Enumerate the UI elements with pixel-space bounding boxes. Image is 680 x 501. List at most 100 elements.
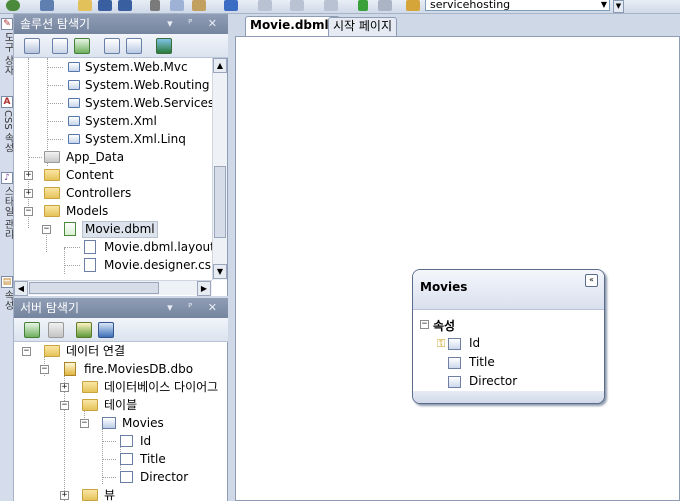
entity-class-movies[interactable]: Movies « − 속성 ⚿ Id Title Director [412, 269, 605, 404]
entity-property-row[interactable]: Director [435, 373, 595, 391]
properties-icon[interactable] [24, 38, 40, 54]
list-item[interactable]: − 데이터 연결 [14, 342, 228, 360]
entity-property-row[interactable]: Title [435, 354, 595, 372]
list-item[interactable]: − 테이블 [14, 396, 228, 414]
connect-database-icon[interactable] [76, 322, 92, 338]
find-icon[interactable] [378, 0, 392, 11]
scroll-right-button[interactable]: ▶ [197, 281, 211, 296]
list-item[interactable]: Movie.dbml.layout [14, 238, 215, 256]
redo-icon[interactable] [258, 0, 272, 11]
cut-icon[interactable] [150, 0, 160, 11]
list-item[interactable]: + 뷰 [14, 486, 228, 501]
expand-icon[interactable]: + [60, 383, 69, 392]
server-tree: − 데이터 연결 − fire.MoviesDB.dbo + 데이터베이스 다이… [14, 342, 228, 501]
properties-icon[interactable]: ▤ [1, 276, 13, 288]
chevron-down-icon[interactable]: ▼ [598, 0, 610, 10]
list-item[interactable]: System.Web.Mvc [14, 58, 212, 76]
list-item-label: fire.MoviesDB.dbo [84, 362, 194, 376]
panel-window-buttons[interactable]: ▾ ᴾ ✕ [167, 14, 223, 34]
list-item-selected[interactable]: − Movie.dbml [14, 220, 212, 238]
collapse-icon[interactable]: − [60, 401, 69, 410]
collapse-icon[interactable]: − [22, 347, 31, 356]
list-item[interactable]: App_Data [14, 148, 212, 166]
list-item[interactable]: + Controllers [14, 184, 212, 202]
view-designer-icon[interactable] [126, 38, 142, 54]
list-item[interactable]: Director [14, 468, 228, 486]
list-item[interactable]: − Movies [14, 414, 228, 432]
nav-back-icon[interactable] [290, 0, 304, 11]
css-icon[interactable]: A [1, 96, 13, 108]
vertical-scrollbar[interactable]: ▲ ▼ [212, 58, 227, 280]
tab-movie-dbml[interactable]: Movie.dbml* [245, 16, 340, 36]
refresh-icon[interactable] [24, 322, 40, 338]
list-item[interactable]: + Content [14, 166, 212, 184]
globe-icon[interactable] [6, 0, 20, 11]
window-icon[interactable] [40, 0, 54, 11]
collapse-icon[interactable]: − [40, 365, 49, 374]
list-item[interactable]: Movie.designer.cs [14, 256, 212, 274]
list-item[interactable]: System.Xml [14, 112, 212, 130]
nav-forward-icon[interactable] [324, 0, 338, 11]
scroll-left-button[interactable]: ◀ [14, 281, 28, 296]
collapse-icon[interactable]: − [24, 207, 33, 216]
style-icon[interactable]: ♪ [1, 172, 13, 184]
collapse-icon[interactable]: − [420, 320, 429, 329]
scroll-down-button[interactable]: ▼ [213, 264, 227, 279]
expand-icon[interactable]: + [60, 491, 69, 500]
dbml-designer-canvas[interactable]: Movies « − 속성 ⚿ Id Title Director [235, 36, 680, 501]
list-item[interactable]: System.Web.Routing [14, 76, 212, 94]
scroll-up-button[interactable]: ▲ [213, 58, 227, 73]
database-icon [64, 362, 76, 376]
list-item[interactable]: Id [14, 432, 228, 450]
stop-refresh-icon[interactable] [48, 322, 64, 338]
scrollbar-thumb[interactable] [29, 282, 159, 294]
collapse-icon[interactable]: − [42, 225, 51, 234]
copy-icon[interactable] [170, 0, 184, 11]
class-diagram-icon[interactable] [156, 38, 172, 54]
entity-footer [413, 391, 604, 403]
entity-property-row[interactable]: ⚿ Id [435, 335, 595, 353]
list-item-label: Movie.dbml.layout [104, 240, 215, 254]
panel-window-buttons[interactable]: ▾ ᴾ ✕ [167, 298, 223, 318]
configuration-icon[interactable] [406, 0, 420, 11]
new-item-icon[interactable] [78, 0, 92, 11]
tree-guide-line [64, 247, 80, 248]
tab-css-properties[interactable]: CSS 속성 [1, 110, 13, 168]
save-icon[interactable] [98, 0, 112, 11]
property-name: Director [469, 374, 518, 388]
toolbox-icon[interactable]: ✎ [1, 18, 13, 30]
list-item-label: Models [66, 204, 109, 218]
paste-icon[interactable] [192, 0, 206, 11]
undo-icon[interactable] [224, 0, 238, 11]
tab-manage-styles[interactable]: 스타일 관리 [1, 186, 13, 266]
list-item[interactable]: − Models [14, 202, 212, 220]
layout-file-icon [84, 240, 96, 254]
start-debug-icon[interactable] [358, 0, 368, 11]
horizontal-scrollbar[interactable]: ◀ ▶ [14, 280, 212, 296]
cs-file-icon [84, 258, 96, 272]
configuration-combo[interactable]: servicehosting [425, 0, 610, 11]
entity-header[interactable]: Movies « [413, 270, 604, 310]
properties-section-header[interactable]: − 속성 [420, 317, 590, 333]
show-all-files-icon[interactable] [52, 38, 68, 54]
expand-icon[interactable]: + [24, 171, 33, 180]
solution-explorer-toolbar [14, 34, 228, 58]
list-item[interactable]: Title [14, 450, 228, 468]
collapse-icon[interactable]: − [80, 419, 89, 428]
view-code-icon[interactable] [104, 38, 120, 54]
tab-toolbox[interactable]: 도구 상자 [1, 32, 13, 90]
reference-icon [68, 80, 80, 90]
list-item[interactable]: + 데이터베이스 다이어그 [14, 378, 228, 396]
expand-icon[interactable]: + [24, 189, 33, 198]
list-item[interactable]: − fire.MoviesDB.dbo [14, 360, 228, 378]
list-item[interactable]: System.Web.Services [14, 94, 214, 112]
save-all-icon[interactable] [118, 0, 132, 11]
connect-server-icon[interactable] [98, 322, 114, 338]
refresh-icon[interactable] [74, 38, 90, 54]
scrollbar-thumb[interactable] [214, 166, 226, 238]
collapse-entity-icon[interactable]: « [585, 274, 598, 287]
list-item[interactable]: System.Xml.Linq [14, 130, 212, 148]
toolbar-options-button[interactable]: ▼ [613, 0, 624, 13]
tab-properties[interactable]: 속성 [1, 290, 13, 330]
tab-start-page[interactable]: 시작 페이지 [328, 17, 398, 36]
